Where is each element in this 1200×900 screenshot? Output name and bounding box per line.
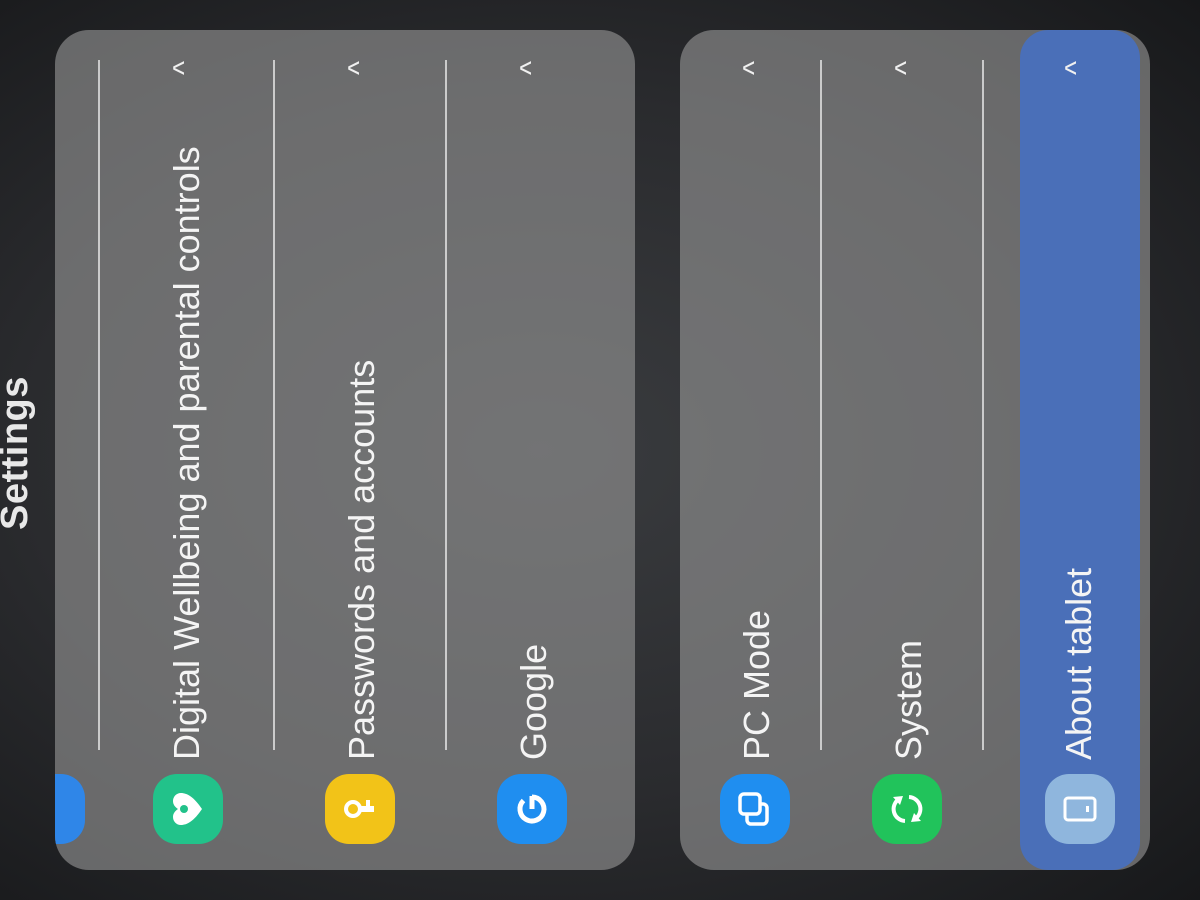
page-title: Settings — [0, 376, 36, 530]
settings-group-2: PC Mode ^ System ^ About tablet ^ — [680, 30, 1150, 870]
settings-item-label: System — [888, 639, 929, 760]
chevron-up-icon[interactable]: ^ — [1060, 61, 1094, 75]
settings-item-about-tablet[interactable]: About tablet ^ — [1020, 30, 1140, 870]
settings-item-digital-wellbeing[interactable]: Digital Wellbeing and parental controls … — [100, 30, 275, 870]
settings-item-label: Google — [513, 643, 554, 760]
divider — [982, 60, 984, 750]
settings-item-passwords[interactable]: Passwords and accounts ^ — [275, 30, 445, 870]
settings-item-label: About tablet — [1058, 567, 1099, 760]
settings-item-pc-mode[interactable]: PC Mode ^ — [680, 30, 820, 870]
sync-icon — [872, 774, 942, 844]
chevron-up-icon[interactable]: ^ — [738, 61, 772, 75]
settings-item-label: Passwords and accounts — [341, 359, 382, 760]
settings-group-1: Digital Wellbeing and parental controls … — [55, 30, 635, 870]
heart-icon — [153, 774, 223, 844]
tablet-icon — [1045, 774, 1115, 844]
settings-item-google[interactable]: Google ^ — [447, 30, 617, 870]
chevron-up-icon[interactable]: ^ — [890, 61, 924, 75]
google-g-icon — [497, 774, 567, 844]
settings-item-label: Digital Wellbeing and parental controls — [166, 146, 207, 760]
device-screen: Settings Digital Wellbeing and parental … — [0, 0, 1200, 900]
key-icon — [325, 774, 395, 844]
settings-item-system[interactable]: System ^ — [822, 30, 982, 870]
chevron-up-icon[interactable]: ^ — [168, 61, 202, 75]
chevron-up-icon[interactable]: ^ — [343, 61, 377, 75]
partial-settings-icon — [55, 774, 85, 844]
pc-mode-icon — [720, 774, 790, 844]
chevron-up-icon[interactable]: ^ — [515, 61, 549, 75]
settings-item-label: PC Mode — [736, 609, 777, 760]
settings-panel: Settings Digital Wellbeing and parental … — [0, 0, 1200, 900]
